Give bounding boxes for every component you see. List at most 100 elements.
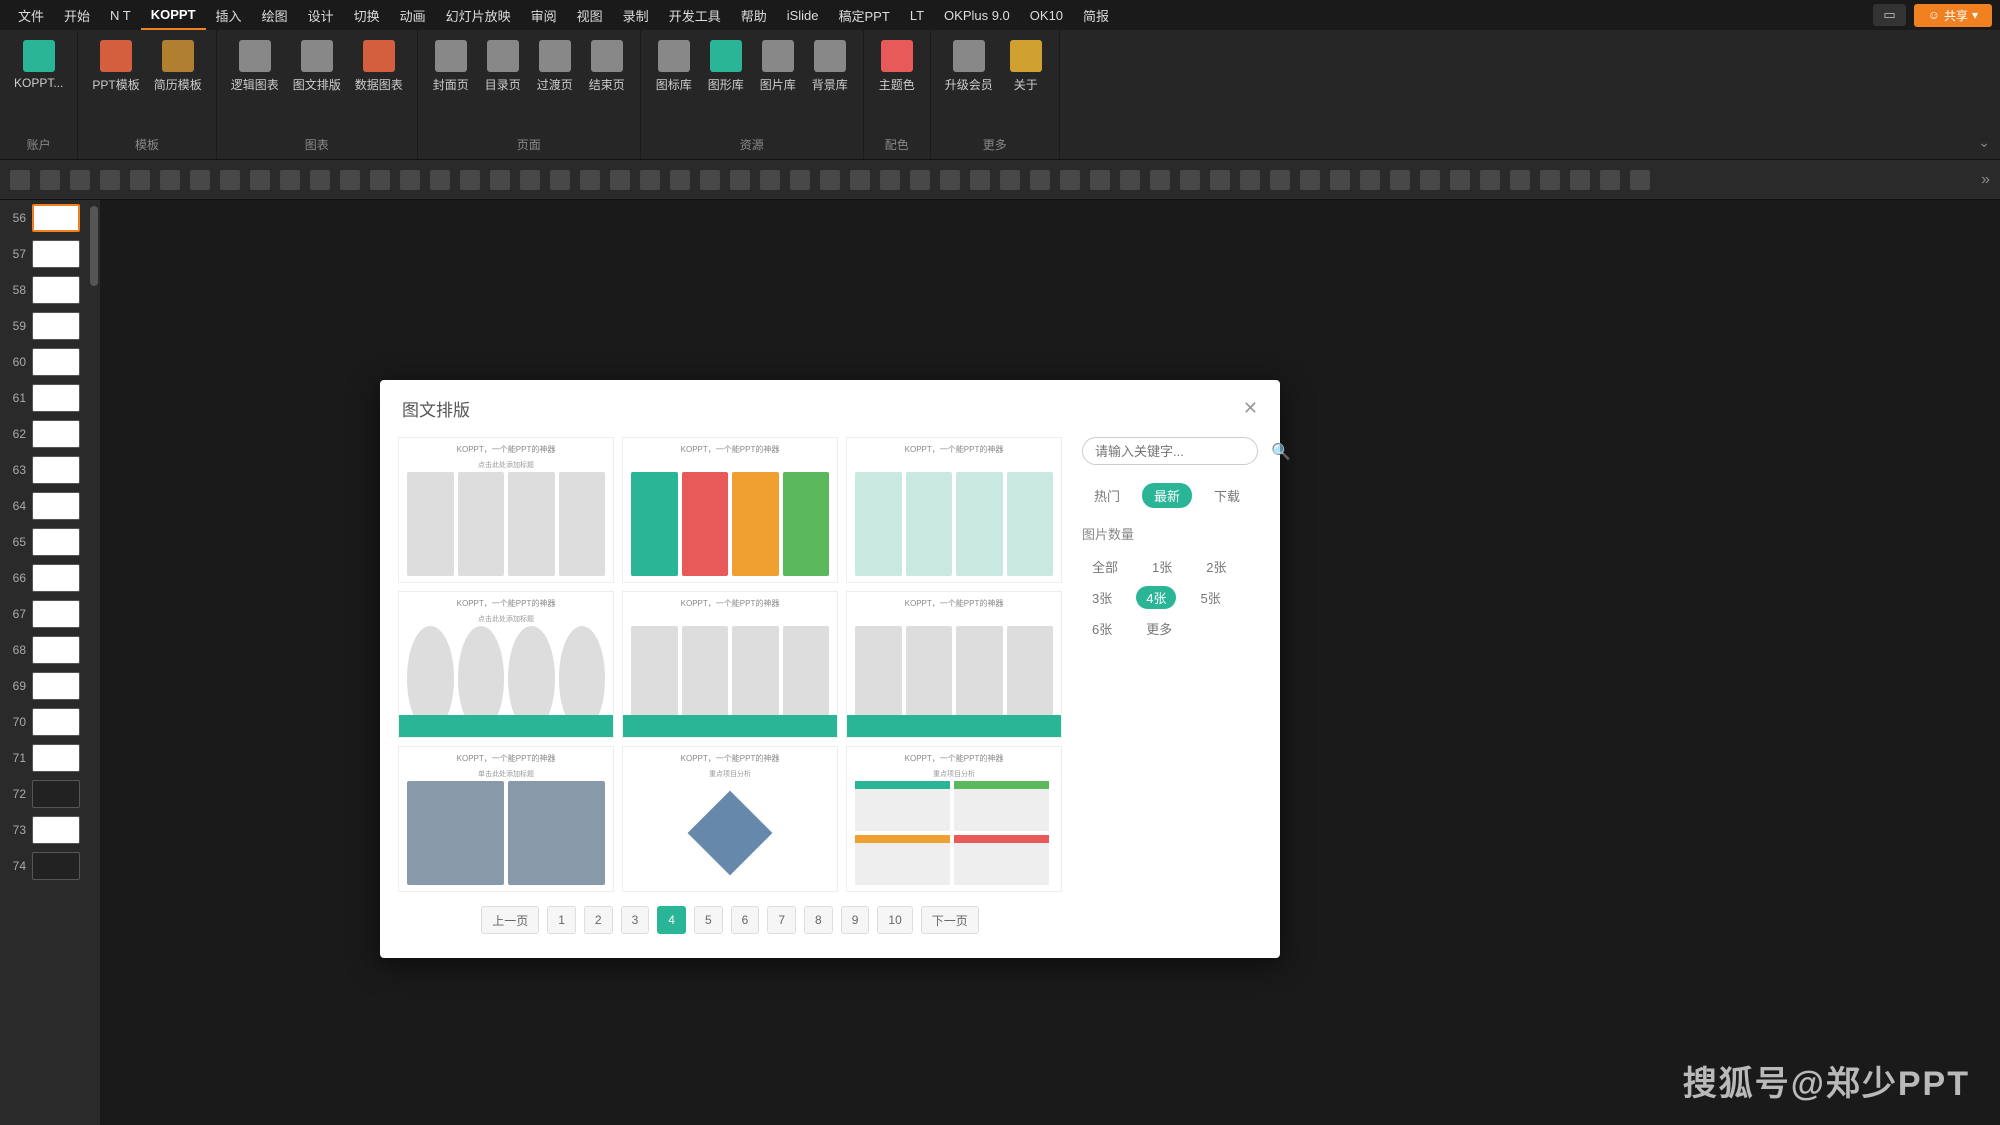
slide-thumb[interactable] [32, 852, 80, 880]
quicktool-icon-39[interactable] [1180, 170, 1200, 190]
slide-thumb-row[interactable]: 66 [0, 560, 100, 596]
quicktool-icon-32[interactable] [970, 170, 990, 190]
menu-item-8[interactable]: 动画 [390, 0, 436, 31]
page-7[interactable]: 7 [767, 906, 796, 934]
quicktool-icon-4[interactable] [130, 170, 150, 190]
ribbon-btn-logic-chart[interactable]: 逻辑图表 [225, 36, 285, 97]
quicktool-icon-11[interactable] [340, 170, 360, 190]
quicktool-icon-1[interactable] [40, 170, 60, 190]
slide-thumb-row[interactable]: 69 [0, 668, 100, 704]
page-6[interactable]: 6 [731, 906, 760, 934]
ribbon-btn-about[interactable]: 关于 [1001, 36, 1051, 97]
slide-thumb[interactable] [32, 528, 80, 556]
slide-thumb[interactable] [32, 204, 80, 232]
count-filter-6[interactable]: 6张 [1082, 617, 1122, 640]
ribbon-btn-bg-lib[interactable]: 背景库 [805, 36, 855, 97]
slide-thumb-row[interactable]: 65 [0, 524, 100, 560]
sort-tab-1[interactable]: 最新 [1142, 483, 1192, 508]
template-item-4[interactable]: KOPPT，一个能PPT的神器 [622, 591, 838, 737]
quicktool-icon-41[interactable] [1240, 170, 1260, 190]
menu-item-13[interactable]: 开发工具 [659, 0, 731, 31]
quicktool-overflow-icon[interactable]: » [1981, 171, 1990, 189]
slide-thumb-row[interactable]: 56 [0, 200, 100, 236]
slide-thumb-row[interactable]: 61 [0, 380, 100, 416]
page-1[interactable]: 1 [547, 906, 576, 934]
quicktool-icon-28[interactable] [850, 170, 870, 190]
menu-item-0[interactable]: 文件 [8, 0, 54, 31]
quicktool-icon-29[interactable] [880, 170, 900, 190]
quicktool-icon-46[interactable] [1390, 170, 1410, 190]
quicktool-icon-42[interactable] [1270, 170, 1290, 190]
slide-thumb-row[interactable]: 63 [0, 452, 100, 488]
count-filter-1[interactable]: 1张 [1142, 555, 1182, 578]
template-item-8[interactable]: KOPPT，一个能PPT的神器重点项目分析 [846, 746, 1062, 892]
sort-tab-0[interactable]: 热门 [1082, 483, 1132, 508]
quicktool-icon-48[interactable] [1450, 170, 1470, 190]
slide-thumb[interactable] [32, 384, 80, 412]
quicktool-icon-7[interactable] [220, 170, 240, 190]
ribbon-btn-toc[interactable]: 目录页 [478, 36, 528, 97]
scrollbar-thumb[interactable] [90, 206, 98, 286]
template-item-2[interactable]: KOPPT，一个能PPT的神器 [846, 437, 1062, 583]
ribbon-btn-end[interactable]: 结束页 [582, 36, 632, 97]
slide-thumb[interactable] [32, 492, 80, 520]
quicktool-icon-0[interactable] [10, 170, 30, 190]
count-filter-0[interactable]: 全部 [1082, 555, 1128, 578]
menu-item-6[interactable]: 设计 [298, 0, 344, 31]
menu-item-7[interactable]: 切换 [344, 0, 390, 31]
slide-thumb-row[interactable]: 71 [0, 740, 100, 776]
quicktool-icon-49[interactable] [1480, 170, 1500, 190]
quicktool-icon-50[interactable] [1510, 170, 1530, 190]
menu-item-16[interactable]: 稿定PPT [829, 0, 900, 31]
quicktool-icon-16[interactable] [490, 170, 510, 190]
template-item-6[interactable]: KOPPT，一个能PPT的神器单击此处添加标题 [398, 746, 614, 892]
menu-item-1[interactable]: 开始 [54, 0, 100, 31]
menu-item-10[interactable]: 审阅 [521, 0, 567, 31]
quicktool-icon-34[interactable] [1030, 170, 1050, 190]
menu-item-18[interactable]: OKPlus 9.0 [934, 2, 1020, 29]
count-filter-4[interactable]: 4张 [1136, 586, 1176, 609]
quicktool-icon-17[interactable] [520, 170, 540, 190]
ribbon-btn-ppt-tpl[interactable]: PPT模板 [86, 36, 145, 97]
ribbon-btn-shape-lib[interactable]: 图形库 [701, 36, 751, 97]
page-3[interactable]: 3 [621, 906, 650, 934]
page-prev[interactable]: 上一页 [481, 906, 539, 934]
page-next[interactable]: 下一页 [921, 906, 979, 934]
menu-item-2[interactable]: N T [100, 2, 141, 29]
count-filter-2[interactable]: 2张 [1196, 555, 1236, 578]
quicktool-icon-52[interactable] [1570, 170, 1590, 190]
quicktool-icon-51[interactable] [1540, 170, 1560, 190]
slide-thumb-row[interactable]: 68 [0, 632, 100, 668]
template-item-3[interactable]: KOPPT，一个能PPT的神器点击此处添加标题 [398, 591, 614, 737]
count-filter-3[interactable]: 3张 [1082, 586, 1122, 609]
slide-thumb-row[interactable]: 59 [0, 308, 100, 344]
slide-thumb[interactable] [32, 708, 80, 736]
menu-item-3[interactable]: KOPPT [141, 1, 206, 30]
quicktool-icon-12[interactable] [370, 170, 390, 190]
menu-item-11[interactable]: 视图 [567, 0, 613, 31]
slide-thumb[interactable] [32, 312, 80, 340]
slide-thumb-row[interactable]: 57 [0, 236, 100, 272]
search-icon[interactable]: 🔍 [1271, 442, 1289, 460]
slide-thumb[interactable] [32, 240, 80, 268]
page-8[interactable]: 8 [804, 906, 833, 934]
quicktool-icon-9[interactable] [280, 170, 300, 190]
ribbon-btn-icon-lib[interactable]: 图标库 [649, 36, 699, 97]
quicktool-icon-6[interactable] [190, 170, 210, 190]
quicktool-icon-8[interactable] [250, 170, 270, 190]
slide-thumb-row[interactable]: 70 [0, 704, 100, 740]
search-input[interactable] [1095, 444, 1271, 459]
quicktool-icon-21[interactable] [640, 170, 660, 190]
slide-thumb[interactable] [32, 564, 80, 592]
quicktool-icon-22[interactable] [670, 170, 690, 190]
quicktool-icon-47[interactable] [1420, 170, 1440, 190]
quicktool-icon-40[interactable] [1210, 170, 1230, 190]
quicktool-icon-20[interactable] [610, 170, 630, 190]
slide-thumb-row[interactable]: 62 [0, 416, 100, 452]
ribbon-btn-img-layout[interactable]: 图文排版 [287, 36, 347, 97]
page-5[interactable]: 5 [694, 906, 723, 934]
menu-item-12[interactable]: 录制 [613, 0, 659, 31]
page-2[interactable]: 2 [584, 906, 613, 934]
quicktool-icon-45[interactable] [1360, 170, 1380, 190]
template-item-7[interactable]: KOPPT，一个能PPT的神器重点项目分析 [622, 746, 838, 892]
